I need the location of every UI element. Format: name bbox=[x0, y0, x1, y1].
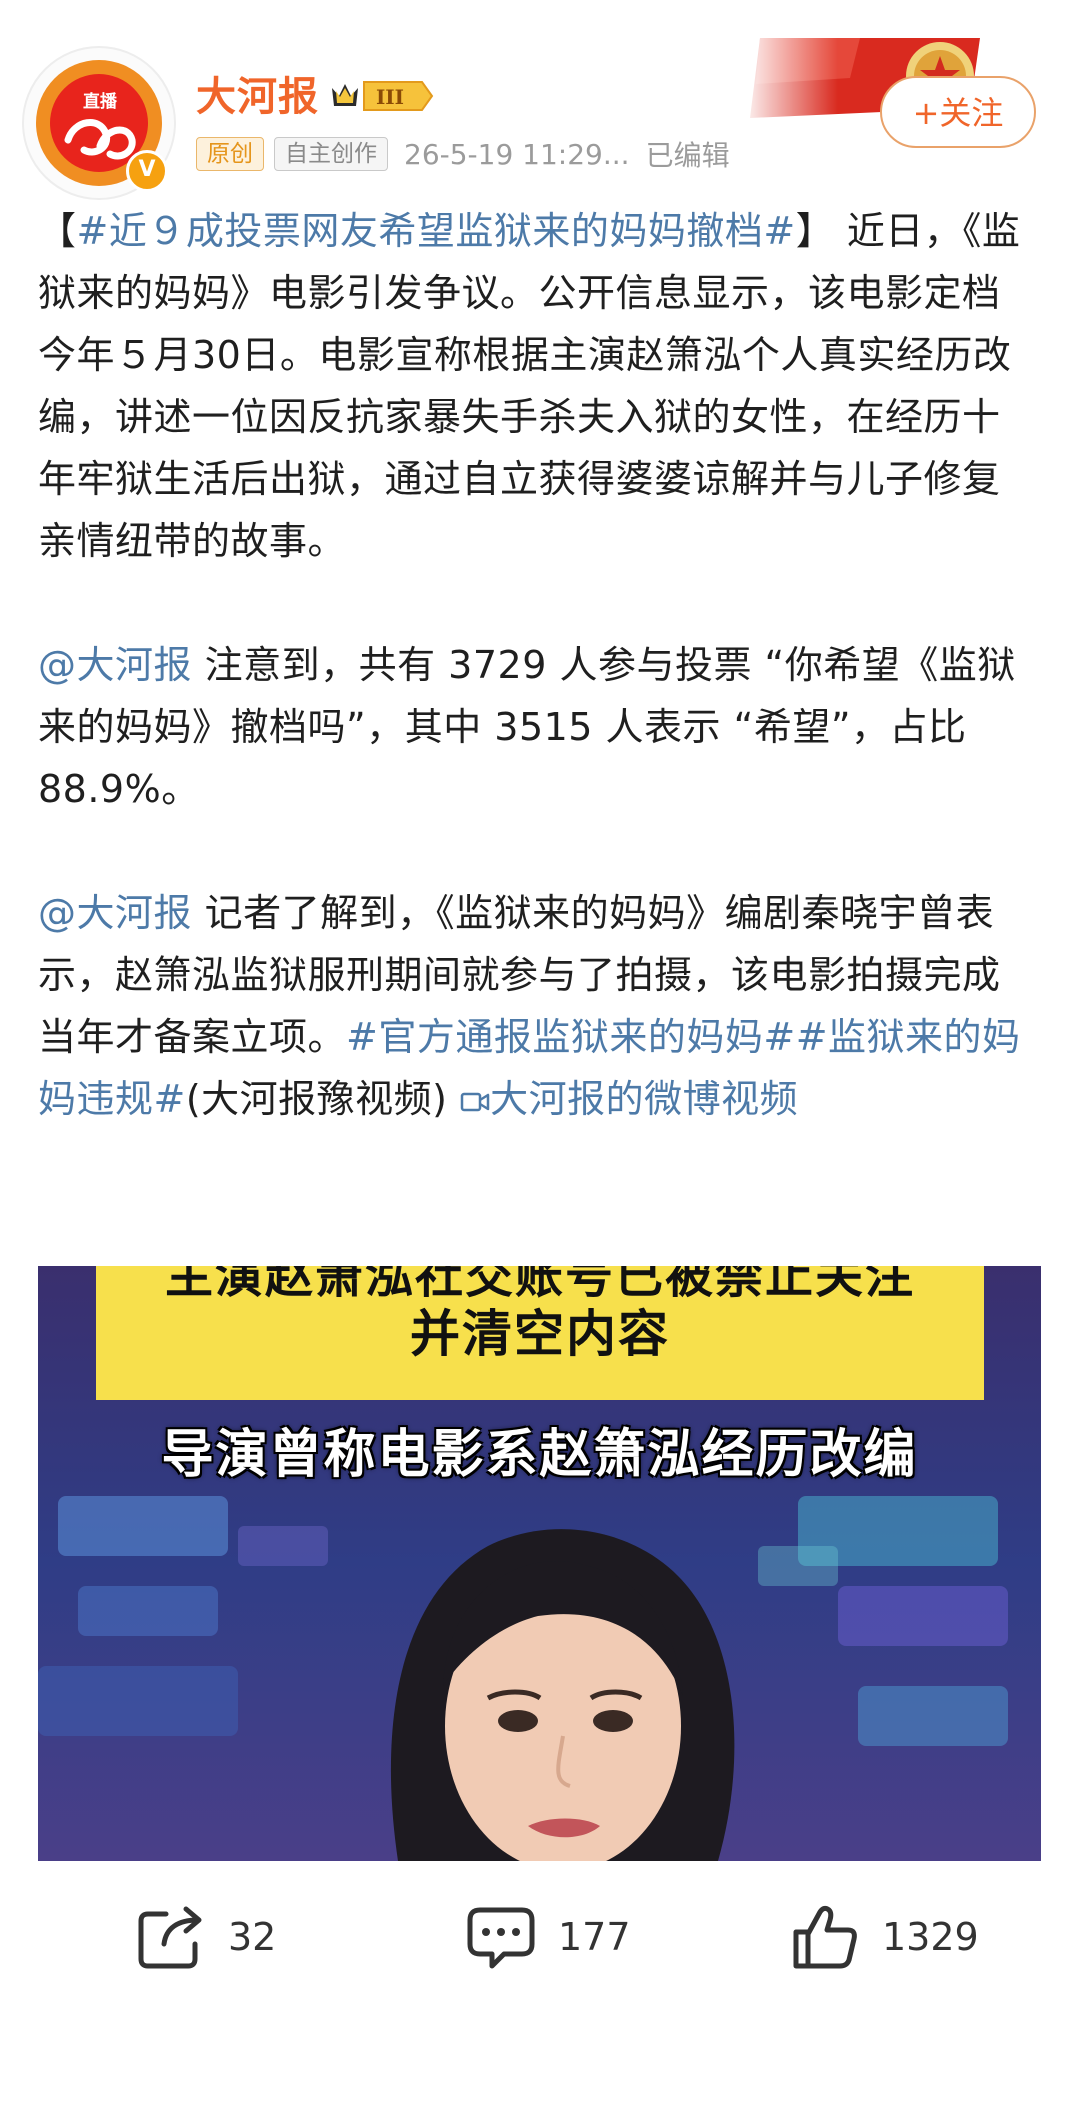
video-thumbnail[interactable]: 主演赵箫泓社交账号已被禁止关注 并清空内容 导演曾称电影系赵箫泓经历改编 bbox=[38, 1266, 1041, 1861]
comment-button[interactable]: 177 bbox=[466, 1904, 631, 1970]
like-button[interactable]: 1329 bbox=[790, 1904, 979, 1970]
presenter-figure bbox=[390, 1529, 735, 1861]
post-meta: 原创 自主创作 26-5-19 11:29... 已编辑 bbox=[196, 134, 730, 174]
mention-link[interactable]: @大河报 bbox=[38, 643, 192, 687]
edited-label[interactable]: 已编辑 bbox=[646, 134, 730, 174]
username[interactable]: 大河报 bbox=[196, 64, 319, 122]
video-link-icon bbox=[460, 1092, 490, 1112]
caption-top-banner: 主演赵箫泓社交账号已被禁止关注 并清空内容 bbox=[96, 1266, 984, 1400]
paragraph-text: 近日，《监狱来的妈妈》电影引发争议。公开信息显示，该电影定档今年５月30日。电影… bbox=[38, 209, 1021, 563]
like-count: 1329 bbox=[882, 1915, 979, 1959]
vip-level-label: III bbox=[376, 85, 404, 109]
bracket-open: 【 bbox=[38, 209, 77, 253]
vip-crown-badge-icon: III bbox=[332, 81, 434, 111]
hashtag-link[interactable]: #官方通报监狱来的妈妈# bbox=[346, 1015, 796, 1059]
caption-top-line1: 主演赵箫泓社交账号已被禁止关注 bbox=[164, 1266, 915, 1304]
avatar[interactable]: 直播 V bbox=[22, 46, 176, 200]
thumbs-up-icon bbox=[793, 1905, 857, 1969]
bracket-close: 】 bbox=[795, 209, 835, 253]
post-content: 【#近９成投票网友希望监狱来的妈妈撤档#】 近日，《监狱来的妈妈》电影引发争议。… bbox=[38, 200, 1038, 1192]
mention-link[interactable]: @大河报 bbox=[38, 891, 192, 935]
bottom-spacer bbox=[0, 2012, 1080, 2105]
caption-top-line2: 并清空内容 bbox=[410, 1305, 670, 1363]
share-count: 32 bbox=[228, 1915, 277, 1959]
follow-button[interactable]: +关注 bbox=[880, 76, 1036, 148]
post-paragraph-1: 【#近９成投票网友希望监狱来的妈妈撤档#】 近日，《监狱来的妈妈》电影引发争议。… bbox=[38, 200, 1038, 572]
source-text: (大河报豫视频) bbox=[185, 1077, 448, 1121]
share-button[interactable]: 32 bbox=[136, 1904, 276, 1970]
post-header: 直播 V 大河报 III 原创 自主创作 26-5-19 11:29... 已编… bbox=[0, 0, 1080, 200]
post-timestamp: 26-5-19 11:29... bbox=[404, 137, 630, 171]
post-paragraph-3: @大河报 记者了解到，《监狱来的妈妈》编剧秦晓宇曾表示，赵箫泓监狱服刑期间就参与… bbox=[38, 882, 1038, 1130]
tag-self-created: 自主创作 bbox=[274, 137, 388, 171]
comment-count: 177 bbox=[558, 1915, 631, 1959]
video-link[interactable]: 大河报的微博视频 bbox=[460, 1077, 798, 1121]
post-paragraph-2: @大河报 注意到，共有 3729 人参与投票 “你希望《监狱来的妈妈》撤档吗”，… bbox=[38, 634, 1038, 820]
tag-original: 原创 bbox=[196, 137, 264, 171]
caption-subtitle: 导演曾称电影系赵箫泓经历改编 bbox=[161, 1425, 918, 1485]
hashtag-link[interactable]: #近９成投票网友希望监狱来的妈妈撤档# bbox=[77, 209, 796, 253]
weibo-post-page: 直播 V 大河报 III 原创 自主创作 26-5-19 11:29... 已编… bbox=[0, 0, 1080, 2105]
video-link-label: 大河报的微博视频 bbox=[490, 1077, 799, 1121]
comment-icon bbox=[467, 1907, 535, 1969]
verified-badge: V bbox=[126, 150, 168, 192]
action-bar: 32 177 1329 bbox=[0, 1862, 1080, 2012]
river-logo-icon bbox=[64, 119, 136, 160]
share-icon bbox=[138, 1906, 202, 1969]
